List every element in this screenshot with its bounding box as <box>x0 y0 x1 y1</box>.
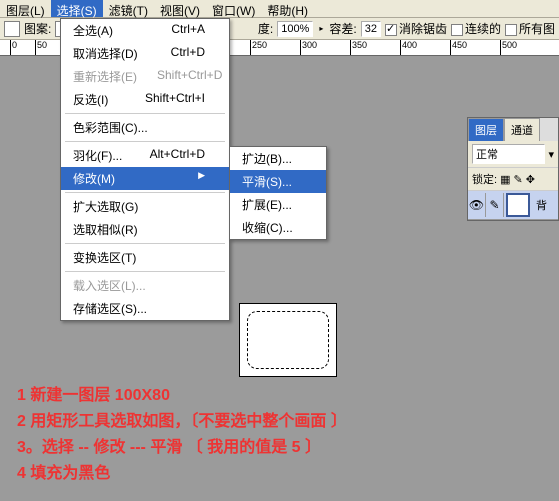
lock-transparent-icon[interactable]: ▦ <box>500 173 510 186</box>
menu-help[interactable]: 帮助(H) <box>261 0 314 17</box>
modify-submenu: 扩边(B)...平滑(S)...扩展(E)...收缩(C)... <box>229 146 327 240</box>
canvas-preview <box>239 303 337 377</box>
menu-item[interactable]: 修改(M)▶ <box>61 167 229 190</box>
menu-item[interactable]: 反选(I)Shift+Ctrl+I <box>61 88 229 111</box>
menu-item[interactable]: 色彩范围(C)... <box>61 116 229 139</box>
submenu-item[interactable]: 收缩(C)... <box>230 216 326 239</box>
menu-item[interactable]: 选取相似(R) <box>61 218 229 241</box>
feather-field[interactable]: 32 <box>361 21 381 37</box>
tab-layers[interactable]: 图层 <box>468 118 504 141</box>
tolerance-field[interactable]: 100% <box>277 21 313 37</box>
eye-icon[interactable]: 👁 <box>468 193 486 217</box>
menu-view[interactable]: 视图(V) <box>154 0 206 17</box>
lock-paint-icon[interactable]: ✎ <box>513 173 522 186</box>
blend-mode-select[interactable]: 正常 <box>472 144 545 164</box>
menu-item: 重新选择(E)Shift+Ctrl+D <box>61 65 229 88</box>
contiguous-checkbox[interactable]: 连续的 <box>451 20 501 37</box>
menu-item: 载入选区(L)... <box>61 274 229 297</box>
tolerance-label: 度: <box>258 20 273 37</box>
alllayers-checkbox[interactable]: 所有图 <box>505 20 555 37</box>
antialias-checkbox[interactable]: 消除锯齿 <box>385 20 447 37</box>
select-menu-dropdown: 全选(A)Ctrl+A取消选择(D)Ctrl+D重新选择(E)Shift+Ctr… <box>60 18 230 321</box>
layer-name-label: 背 <box>532 197 551 213</box>
chevron-right-icon[interactable]: ▸ <box>317 24 325 33</box>
lock-label: 锁定: <box>472 171 497 187</box>
feather-label: 容差: <box>329 20 356 37</box>
menubar: 图层(L) 选择(S) 滤镜(T) 视图(V) 窗口(W) 帮助(H) <box>0 0 559 18</box>
lock-move-icon[interactable]: ✥ <box>526 173 535 186</box>
menu-item[interactable]: 存储选区(S)... <box>61 297 229 320</box>
layer-thumbnail[interactable] <box>506 193 530 217</box>
pattern-label: 图案: <box>24 20 51 37</box>
menu-item[interactable]: 变换选区(T) <box>61 246 229 269</box>
layer-row[interactable]: 👁 ✎ 背 <box>468 191 558 220</box>
brush-icon[interactable]: ✎ <box>486 193 504 217</box>
menu-item[interactable]: 扩大选取(G) <box>61 195 229 218</box>
menu-item[interactable]: 全选(A)Ctrl+A <box>61 19 229 42</box>
marquee-selection <box>247 311 329 369</box>
menu-select[interactable]: 选择(S) <box>51 0 103 17</box>
menu-window[interactable]: 窗口(W) <box>206 0 261 17</box>
menu-item[interactable]: 羽化(F)...Alt+Ctrl+D <box>61 144 229 167</box>
instructions-text: 1 新建一图层 100X80 2 用矩形工具选取如图，〔不要选中整个画面 〕 3… <box>17 383 347 487</box>
layers-panel: 图层 通道 正常 ▾ 锁定: ▦ ✎ ✥ 👁 ✎ 背 <box>467 117 559 221</box>
chevron-down-icon[interactable]: ▾ <box>548 148 554 161</box>
submenu-item[interactable]: 扩展(E)... <box>230 193 326 216</box>
submenu-item[interactable]: 平滑(S)... <box>230 170 326 193</box>
menu-layer[interactable]: 图层(L) <box>0 0 51 17</box>
menu-item[interactable]: 取消选择(D)Ctrl+D <box>61 42 229 65</box>
tool-icon[interactable] <box>4 21 20 37</box>
tab-channels[interactable]: 通道 <box>504 118 540 141</box>
submenu-item[interactable]: 扩边(B)... <box>230 147 326 170</box>
menu-filter[interactable]: 滤镜(T) <box>103 0 154 17</box>
